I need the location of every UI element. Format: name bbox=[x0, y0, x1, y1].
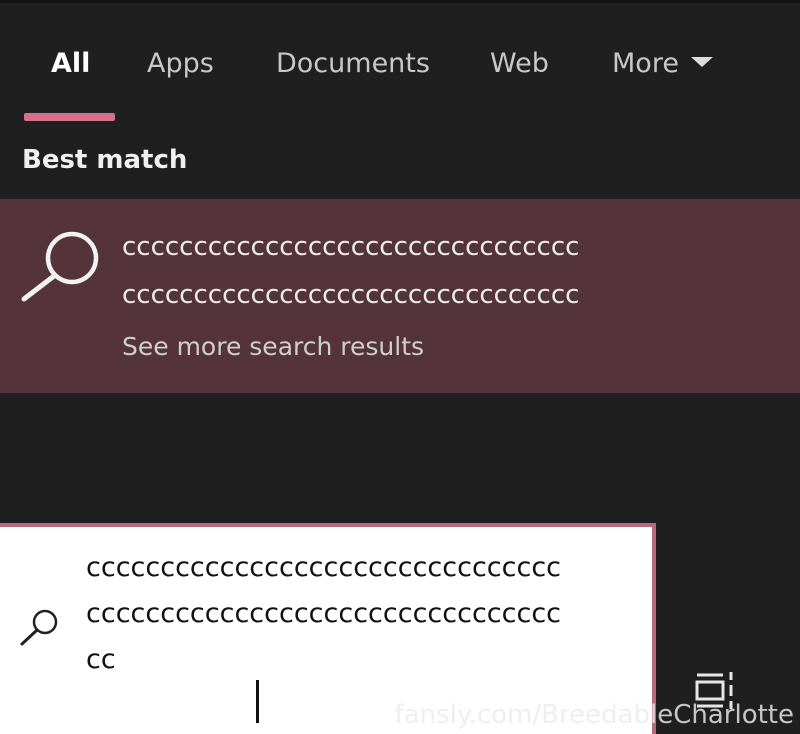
tab-more-label: More bbox=[612, 48, 679, 79]
section-title: Best match bbox=[22, 145, 188, 175]
chevron-down-icon bbox=[690, 56, 713, 67]
watermark: fansly.com/BreedableCharlotte bbox=[394, 700, 794, 730]
search-query-text-cont: cccccccccccccccccccccccccccccccc bbox=[86, 598, 562, 629]
text-cursor bbox=[256, 680, 259, 723]
search-icon bbox=[20, 609, 58, 646]
see-more-results-link[interactable]: See more search results bbox=[122, 332, 424, 361]
best-match-title: cccccccccccccccccccccccccccccccc bbox=[122, 232, 580, 262]
active-tab-indicator bbox=[24, 113, 115, 121]
tab-all[interactable]: All bbox=[51, 44, 90, 84]
search-query-text-end: cc bbox=[86, 644, 116, 675]
search-query-text: cccccccccccccccccccccccccccccccc bbox=[86, 552, 562, 583]
best-match-title-cont: cccccccccccccccccccccccccccccccc bbox=[122, 280, 580, 310]
tab-web[interactable]: Web bbox=[490, 44, 549, 84]
tab-documents[interactable]: Documents bbox=[276, 44, 430, 84]
search-icon bbox=[21, 231, 99, 302]
tab-apps[interactable]: Apps bbox=[147, 44, 214, 84]
search-filter-tabs: All Apps Documents Web More bbox=[0, 0, 800, 122]
tab-more[interactable]: More bbox=[612, 44, 713, 84]
